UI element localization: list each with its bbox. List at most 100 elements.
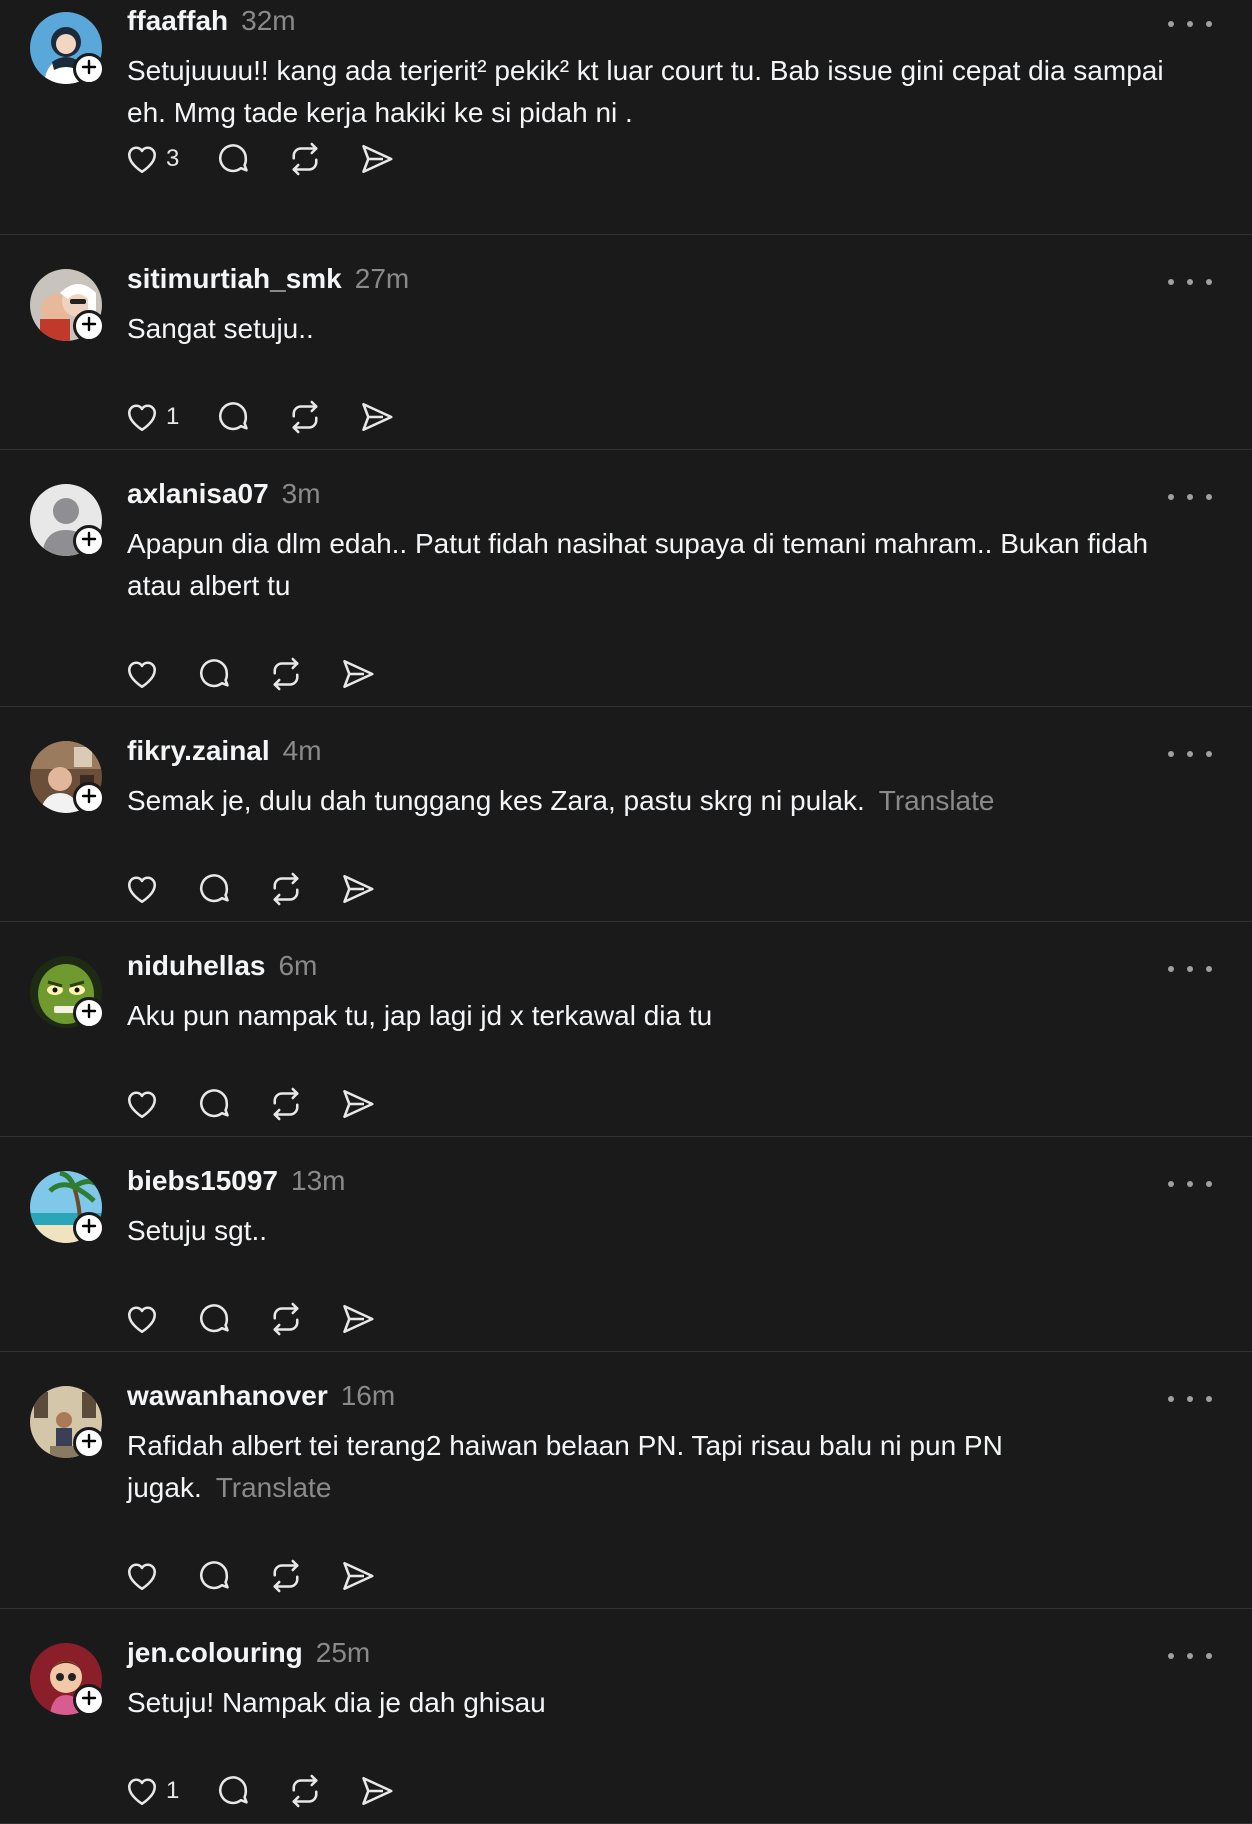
username-link[interactable]: niduhellas [127, 950, 265, 982]
repost-icon [268, 656, 304, 692]
post-body: Setujuuuu!! kang ada terjerit² pekik² kt… [127, 55, 1164, 128]
like-button[interactable] [124, 654, 160, 694]
username-link[interactable]: jen.colouring [127, 1637, 303, 1669]
username-link[interactable]: biebs15097 [127, 1165, 278, 1197]
follow-button[interactable] [73, 782, 105, 814]
more-options-button[interactable] [1168, 742, 1212, 766]
more-options-button[interactable] [1168, 12, 1212, 36]
post-timestamp: 25m [315, 1637, 371, 1668]
like-button[interactable] [124, 1299, 160, 1339]
follow-button[interactable] [73, 525, 105, 557]
more-options-button[interactable] [1168, 957, 1212, 981]
more-options-button[interactable] [1168, 1172, 1212, 1196]
post-body: Setuju! Nampak dia je dah ghisau [127, 1687, 546, 1718]
comment-button[interactable] [215, 1771, 251, 1811]
comment-button[interactable] [215, 139, 251, 179]
post-header: fikry.zainal 4m [127, 735, 322, 767]
comment-button[interactable] [196, 869, 232, 909]
repost-icon [287, 399, 323, 435]
share-button[interactable] [340, 1299, 376, 1339]
plus-icon [80, 787, 98, 810]
avatar-container [30, 1171, 105, 1244]
dot [1206, 494, 1212, 500]
comment-icon [196, 656, 232, 692]
share-icon [340, 1301, 376, 1337]
avatar-container [30, 1643, 105, 1716]
share-icon [340, 871, 376, 907]
repost-button[interactable] [268, 654, 304, 694]
avatar-container [30, 12, 105, 85]
repost-button[interactable] [287, 139, 323, 179]
follow-button[interactable] [73, 310, 105, 342]
follow-button[interactable] [73, 1684, 105, 1716]
like-button[interactable]: 3 [124, 139, 179, 179]
like-button[interactable] [124, 1556, 160, 1596]
more-options-button[interactable] [1168, 1644, 1212, 1668]
username-link[interactable]: ffaaffah [127, 5, 228, 37]
username-link[interactable]: sitimurtiah_smk [127, 263, 342, 295]
post-header: biebs15097 13m [127, 1165, 345, 1197]
like-button[interactable] [124, 1084, 160, 1124]
repost-button[interactable] [268, 1556, 304, 1596]
post-text: Setuju sgt.. [127, 1210, 1182, 1252]
share-button[interactable] [359, 1771, 395, 1811]
action-bar [124, 654, 412, 694]
username-link[interactable]: wawanhanover [127, 1380, 328, 1412]
share-icon [340, 656, 376, 692]
repost-icon [268, 1086, 304, 1122]
share-button[interactable] [340, 654, 376, 694]
post-header: jen.colouring 25m [127, 1637, 370, 1669]
more-horizontal-icon [1168, 751, 1212, 757]
post-text: Apapun dia dlm edah.. Patut fidah nasiha… [127, 523, 1182, 607]
repost-button[interactable] [268, 869, 304, 909]
post-body: Setuju sgt.. [127, 1215, 268, 1246]
plus-icon [80, 530, 98, 553]
username-link[interactable]: axlanisa07 [127, 478, 269, 510]
share-button[interactable] [340, 1084, 376, 1124]
post-timestamp: 32m [241, 5, 296, 36]
avatar-container [30, 741, 105, 814]
comment-button[interactable] [215, 397, 251, 437]
more-options-button[interactable] [1168, 485, 1212, 509]
repost-icon [268, 1301, 304, 1337]
comment-icon [196, 1301, 232, 1337]
repost-button[interactable] [268, 1299, 304, 1339]
comment-button[interactable] [196, 1556, 232, 1596]
comment-button[interactable] [196, 1084, 232, 1124]
comment-icon [196, 1558, 232, 1594]
dot [1168, 966, 1174, 972]
comment-button[interactable] [196, 1299, 232, 1339]
comment-post: axlanisa07 3m Apapun dia dlm edah.. Patut … [0, 450, 1252, 707]
follow-button[interactable] [73, 1212, 105, 1244]
repost-button[interactable] [268, 1084, 304, 1124]
like-button[interactable] [124, 869, 160, 909]
more-horizontal-icon [1168, 966, 1212, 972]
follow-button[interactable] [73, 53, 105, 85]
more-options-button[interactable] [1168, 270, 1212, 294]
like-button[interactable]: 1 [124, 1771, 179, 1811]
dot [1206, 751, 1212, 757]
action-bar [124, 1556, 412, 1596]
repost-button[interactable] [287, 1771, 323, 1811]
repost-icon [268, 871, 304, 907]
plus-icon [80, 1432, 98, 1455]
translate-link[interactable]: Translate [216, 1472, 332, 1503]
comment-button[interactable] [196, 654, 232, 694]
username-link[interactable]: fikry.zainal [127, 735, 270, 767]
share-button[interactable] [340, 1556, 376, 1596]
repost-button[interactable] [287, 397, 323, 437]
share-icon [359, 1773, 395, 1809]
dot [1187, 1653, 1193, 1659]
comment-post: ffaaffah 32m Setujuuuu!! kang ada terjerit… [0, 0, 1252, 235]
translate-link[interactable]: Translate [879, 785, 995, 816]
heart-icon [124, 141, 160, 177]
follow-button[interactable] [73, 1427, 105, 1459]
share-button[interactable] [359, 139, 395, 179]
share-button[interactable] [359, 397, 395, 437]
like-button[interactable]: 1 [124, 397, 179, 437]
comment-post: jen.colouring 25m Setuju! Nampak dia je da… [0, 1609, 1252, 1824]
more-options-button[interactable] [1168, 1387, 1212, 1411]
share-button[interactable] [340, 869, 376, 909]
avatar-container [30, 956, 105, 1029]
follow-button[interactable] [73, 997, 105, 1029]
